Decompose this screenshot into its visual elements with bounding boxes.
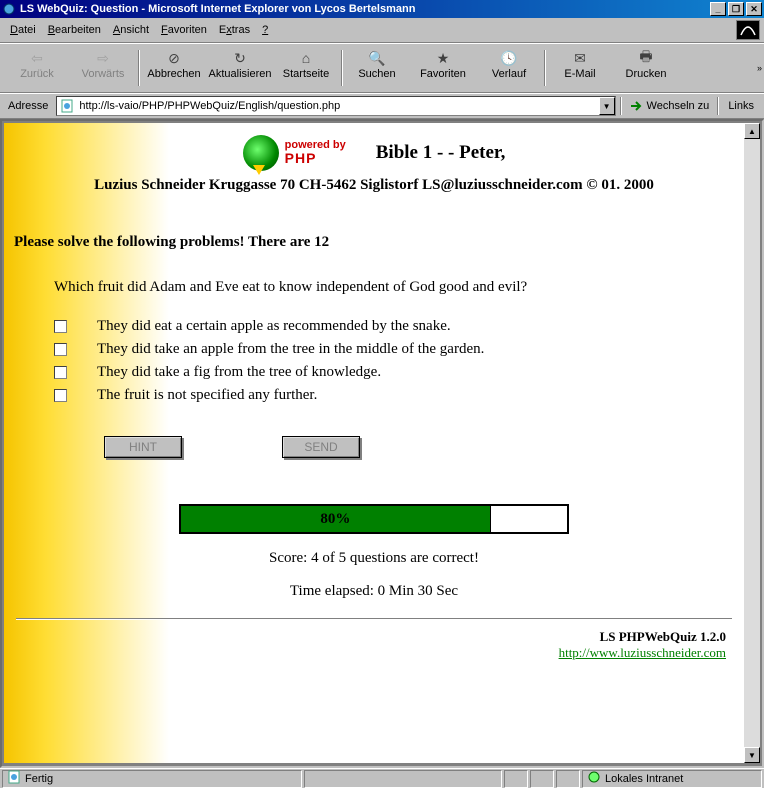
powered-by-php: powered by PHP <box>285 139 346 166</box>
print-button[interactable]: 🖶 Drucken <box>613 46 679 90</box>
mail-button[interactable]: ✉ E-Mail <box>547 46 613 90</box>
elapsed-text: Time elapsed: 0 Min 30 Sec <box>14 583 734 600</box>
window-title: LS WebQuiz: Question - Microsoft Interne… <box>20 3 710 15</box>
status-bar: Fertig Lokales Intranet <box>0 768 764 788</box>
progress-bar: 80% <box>179 504 569 534</box>
home-button[interactable]: ⌂ Startseite <box>273 46 339 90</box>
toolbar-overflow-icon[interactable]: » <box>757 63 762 73</box>
maximize-button[interactable]: ❐ <box>728 2 744 16</box>
question-text: Which fruit did Adam and Eve eat to know… <box>54 279 734 296</box>
menu-favoriten[interactable]: Favoriten <box>155 22 213 38</box>
footer-link[interactable]: http://www.luziusschneider.com <box>559 645 726 660</box>
toolbar-divider <box>544 50 545 86</box>
status-text: Fertig <box>25 773 53 785</box>
progress-percent: 80% <box>181 506 490 532</box>
zone-icon <box>587 770 601 787</box>
links-label[interactable]: Links <box>722 100 760 112</box>
minimize-button[interactable]: _ <box>710 2 726 16</box>
addressbar-divider <box>717 97 718 115</box>
answer-checkbox-4[interactable] <box>54 389 67 402</box>
menu-datei[interactable]: Datei <box>4 22 42 38</box>
go-button[interactable]: Wechseln zu <box>625 97 714 115</box>
answer-text-3: They did take a fig from the tree of kno… <box>97 364 381 381</box>
answer-checkbox-1[interactable] <box>54 320 67 333</box>
menu-ansicht[interactable]: Ansicht <box>107 22 155 38</box>
page-icon <box>59 98 75 114</box>
zone-text: Lokales Intranet <box>605 773 683 785</box>
go-label: Wechseln zu <box>647 100 710 112</box>
answer-checkbox-3[interactable] <box>54 366 67 379</box>
history-button[interactable]: 🕓 Verlauf <box>476 46 542 90</box>
browser-viewport: powered by PHP Bible 1 - - Peter, Luzius… <box>0 119 764 768</box>
scroll-down-icon[interactable]: ▼ <box>744 747 760 763</box>
menu-extras[interactable]: Extras <box>213 22 256 38</box>
refresh-label: Aktualisieren <box>209 68 272 80</box>
send-button[interactable]: SEND <box>282 436 360 458</box>
toolbar: ⇦ Zurück ⇨ Vorwärts ⊘ Abbrechen ↻ Aktual… <box>0 43 764 93</box>
scroll-up-icon[interactable]: ▲ <box>744 123 760 139</box>
answer-checkbox-2[interactable] <box>54 343 67 356</box>
ie-app-icon <box>2 2 16 16</box>
stop-icon: ⊘ <box>164 48 184 68</box>
print-label: Drucken <box>626 68 667 80</box>
menu-help[interactable]: ? <box>256 22 274 38</box>
ie-page-icon <box>7 770 21 787</box>
history-label: Verlauf <box>492 68 526 80</box>
favorites-icon: ★ <box>433 48 453 68</box>
hint-button[interactable]: HINT <box>104 436 182 458</box>
back-arrow-icon: ⇦ <box>27 48 47 68</box>
refresh-button[interactable]: ↻ Aktualisieren <box>207 46 273 90</box>
stop-button[interactable]: ⊘ Abbrechen <box>141 46 207 90</box>
close-button[interactable]: ✕ <box>746 2 762 16</box>
forward-label: Vorwärts <box>82 68 125 80</box>
favorites-button[interactable]: ★ Favoriten <box>410 46 476 90</box>
ie-logo-icon <box>736 20 760 40</box>
toolbar-divider <box>341 50 342 86</box>
favorites-label: Favoriten <box>420 68 466 80</box>
stop-label: Abbrechen <box>147 68 200 80</box>
title-bar: LS WebQuiz: Question - Microsoft Interne… <box>0 0 764 18</box>
forward-button: ⇨ Vorwärts <box>70 46 136 90</box>
history-icon: 🕓 <box>499 48 519 68</box>
forward-arrow-icon: ⇨ <box>93 48 113 68</box>
home-icon: ⌂ <box>296 48 316 68</box>
back-button[interactable]: ⇦ Zurück <box>4 46 70 90</box>
go-arrow-icon <box>629 99 643 113</box>
menu-bar: Datei Bearbeiten Ansicht Favoriten Extra… <box>0 18 764 43</box>
answer-text-1: They did eat a certain apple as recommen… <box>97 318 451 335</box>
search-button[interactable]: 🔍 Suchen <box>344 46 410 90</box>
print-icon: 🖶 <box>636 48 656 68</box>
page-content: powered by PHP Bible 1 - - Peter, Luzius… <box>4 123 744 763</box>
vertical-scrollbar[interactable]: ▲ ▼ <box>744 123 760 763</box>
quiz-title: Bible 1 - - Peter, <box>376 142 506 164</box>
instructions-text: Please solve the following problems! The… <box>14 234 734 251</box>
menu-bearbeiten[interactable]: Bearbeiten <box>42 22 107 38</box>
mail-icon: ✉ <box>570 48 590 68</box>
footer-version: LS PHPWebQuiz 1.2.0 <box>14 629 726 645</box>
address-combo[interactable]: http://ls-vaio/PHP/PHPWebQuiz/English/qu… <box>56 96 615 116</box>
globe-icon <box>243 135 279 171</box>
address-url[interactable]: http://ls-vaio/PHP/PHPWebQuiz/English/qu… <box>77 100 598 112</box>
refresh-icon: ↻ <box>230 48 250 68</box>
byline: Luzius Schneider Kruggasse 70 CH-5462 Si… <box>14 177 734 194</box>
address-bar: Adresse http://ls-vaio/PHP/PHPWebQuiz/En… <box>0 93 764 119</box>
search-icon: 🔍 <box>367 48 387 68</box>
divider <box>16 618 732 619</box>
answer-text-4: The fruit is not specified any further. <box>97 387 317 404</box>
search-label: Suchen <box>358 68 395 80</box>
address-dropdown-icon[interactable]: ▼ <box>599 97 615 115</box>
address-label: Adresse <box>4 100 52 112</box>
mail-label: E-Mail <box>564 68 595 80</box>
addressbar-divider <box>620 97 621 115</box>
back-label: Zurück <box>20 68 54 80</box>
toolbar-divider <box>138 50 139 86</box>
score-text: Score: 4 of 5 questions are correct! <box>14 550 734 567</box>
answer-text-2: They did take an apple from the tree in … <box>97 341 484 358</box>
home-label: Startseite <box>283 68 329 80</box>
